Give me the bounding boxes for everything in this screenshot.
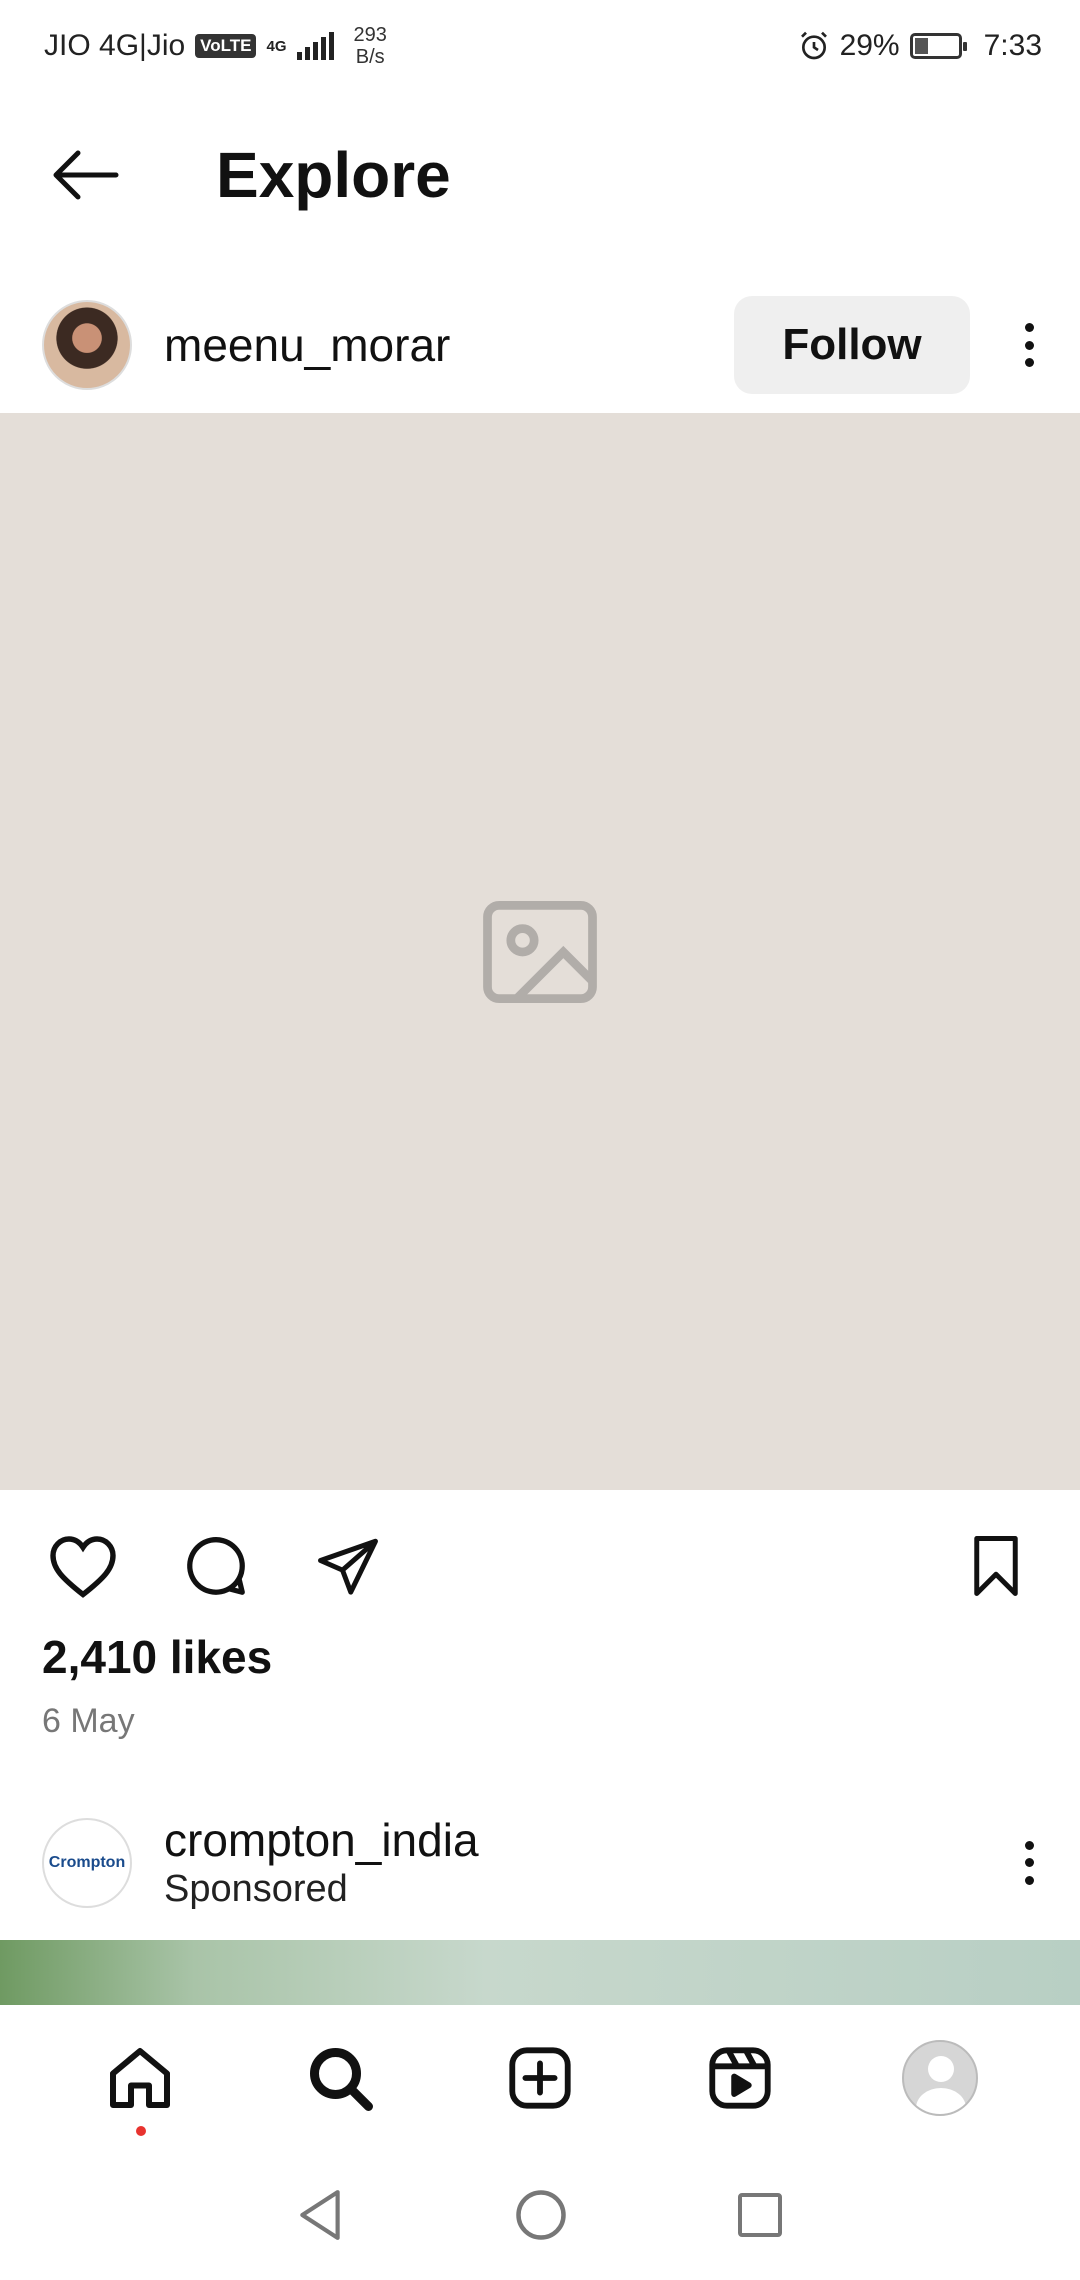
sponsored-post-header: Crompton crompton_india Sponsored <box>0 1800 1080 1925</box>
search-icon <box>310 2047 373 2111</box>
heart-icon <box>49 1535 116 1598</box>
battery-percent: 29% <box>839 29 900 62</box>
recents-square-icon[interactable] <box>736 2191 784 2239</box>
status-left: JIO 4G|Jio VoLTE 4G 293 B/s <box>44 24 387 68</box>
speed-unit: B/s <box>355 46 385 68</box>
reels-icon <box>709 2046 771 2109</box>
like-button[interactable] <box>45 1528 120 1603</box>
home-circle-icon[interactable] <box>514 2188 568 2242</box>
nav-create[interactable] <box>490 2028 590 2128</box>
post-date: 6 May <box>42 1702 135 1740</box>
like-count[interactable]: 2,410 likes <box>42 1630 272 1684</box>
arrow-left-icon <box>53 150 119 199</box>
clock: 7:33 <box>983 29 1042 62</box>
bottom-navigation <box>0 2005 1080 2150</box>
post-action-bar <box>0 1510 1080 1615</box>
home-icon <box>110 2047 170 2108</box>
back-button[interactable] <box>0 92 170 257</box>
bookmark-icon <box>973 1535 1018 1596</box>
create-icon <box>509 2046 571 2109</box>
signal-icon <box>296 32 334 60</box>
notification-dot <box>136 2125 146 2136</box>
comment-button[interactable] <box>178 1528 253 1603</box>
more-options-icon[interactable] <box>1014 315 1044 375</box>
carrier-label: JIO 4G|Jio <box>44 29 186 62</box>
sponsored-label: Sponsored <box>164 1867 348 1910</box>
status-bar: JIO 4G|Jio VoLTE 4G 293 B/s 29% 7:33 <box>0 0 1080 92</box>
profile-icon <box>902 2039 978 2116</box>
speed-value: 293 <box>353 24 387 46</box>
share-icon <box>317 1538 378 1595</box>
nav-home[interactable] <box>90 2028 190 2136</box>
image-placeholder-icon <box>483 900 597 1003</box>
network-speed: 293 B/s <box>354 24 387 68</box>
avatar[interactable] <box>42 300 132 390</box>
volte-badge: VoLTE <box>195 34 257 58</box>
nav-profile[interactable] <box>890 2028 990 2128</box>
network-type: 4G <box>266 37 287 55</box>
sponsored-more-options-icon[interactable] <box>1014 1833 1044 1893</box>
save-button[interactable] <box>958 1528 1033 1603</box>
sponsor-username[interactable]: crompton_india <box>164 1814 1014 1866</box>
post-image[interactable] <box>0 413 1080 1490</box>
sponsor-text: crompton_india Sponsored <box>164 1814 1014 1912</box>
post-header: meenu_morar Follow <box>0 285 1080 405</box>
status-right: 29% 7:33 <box>798 29 1042 63</box>
username[interactable]: meenu_morar <box>164 318 734 372</box>
battery-fill <box>914 38 928 54</box>
nav-reels[interactable] <box>690 2028 790 2128</box>
page-title: Explore <box>216 138 451 211</box>
follow-button[interactable]: Follow <box>734 296 970 394</box>
share-button[interactable] <box>310 1528 385 1603</box>
nav-search[interactable] <box>290 2028 390 2128</box>
system-navigation <box>0 2150 1080 2280</box>
comment-icon <box>186 1536 245 1595</box>
back-triangle-icon[interactable] <box>296 2188 346 2242</box>
alarm-icon <box>800 31 827 60</box>
ad-image-preview[interactable] <box>0 1940 1080 2005</box>
battery-icon <box>909 33 967 59</box>
brand-avatar[interactable]: Crompton <box>42 1817 132 1908</box>
app-header: Explore <box>0 92 1080 257</box>
